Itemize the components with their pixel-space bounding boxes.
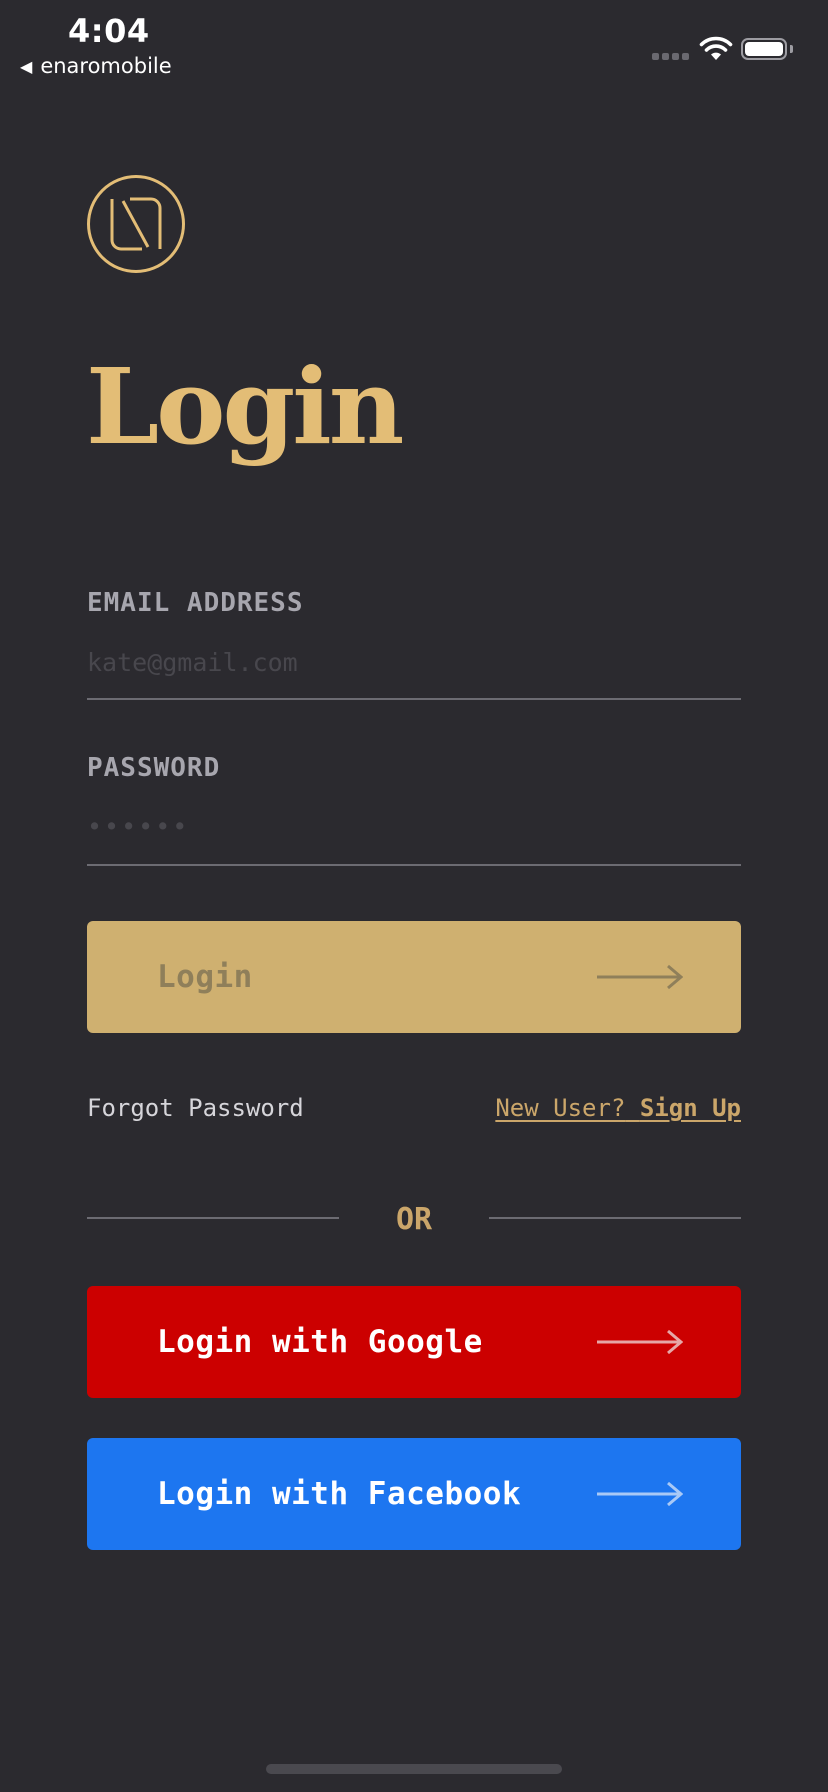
forgot-password-link[interactable]: Forgot Password [87,1094,304,1122]
password-label: PASSWORD [87,753,221,783]
sign-up-link[interactable]: New User? Sign Up [495,1094,741,1122]
back-app-label: enaromobile [40,54,172,78]
home-indicator[interactable] [266,1764,562,1774]
arrow-right-icon [597,1481,683,1507]
or-divider: OR [87,1198,741,1238]
status-time: 4:04 [68,12,150,50]
n-monogram-logo [87,175,185,273]
back-caret-icon: ◀ [20,56,33,76]
google-button-label: Login with Google [157,1324,483,1360]
email-field[interactable] [87,638,741,686]
login-with-facebook-button[interactable]: Login with Facebook [87,1438,741,1550]
page-title: Login [86,345,404,468]
or-text: OR [395,1202,433,1237]
battery-cap [790,45,793,53]
battery-fill [745,42,783,56]
divider-line-right [489,1217,741,1219]
back-to-app-link[interactable]: ◀ enaromobile [20,54,172,78]
password-field[interactable] [87,802,741,850]
sign-up-label: Sign Up [639,1094,741,1122]
battery-icon [741,38,787,60]
new-user-prefix: New User? [495,1094,626,1122]
wifi-icon [699,36,733,60]
login-button[interactable]: Login [87,921,741,1033]
password-underline [87,864,741,866]
arrow-right-icon [597,1329,683,1355]
login-with-google-button[interactable]: Login with Google [87,1286,741,1398]
arrow-right-icon [597,964,683,990]
auth-links-row: Forgot Password New User? Sign Up [87,1090,741,1130]
login-button-label: Login [157,959,253,995]
email-underline [87,698,741,700]
facebook-button-label: Login with Facebook [157,1476,522,1512]
signal-icon [652,53,689,60]
status-bar: 4:04 ◀ enaromobile [0,0,828,90]
email-label: EMAIL ADDRESS [87,588,304,618]
